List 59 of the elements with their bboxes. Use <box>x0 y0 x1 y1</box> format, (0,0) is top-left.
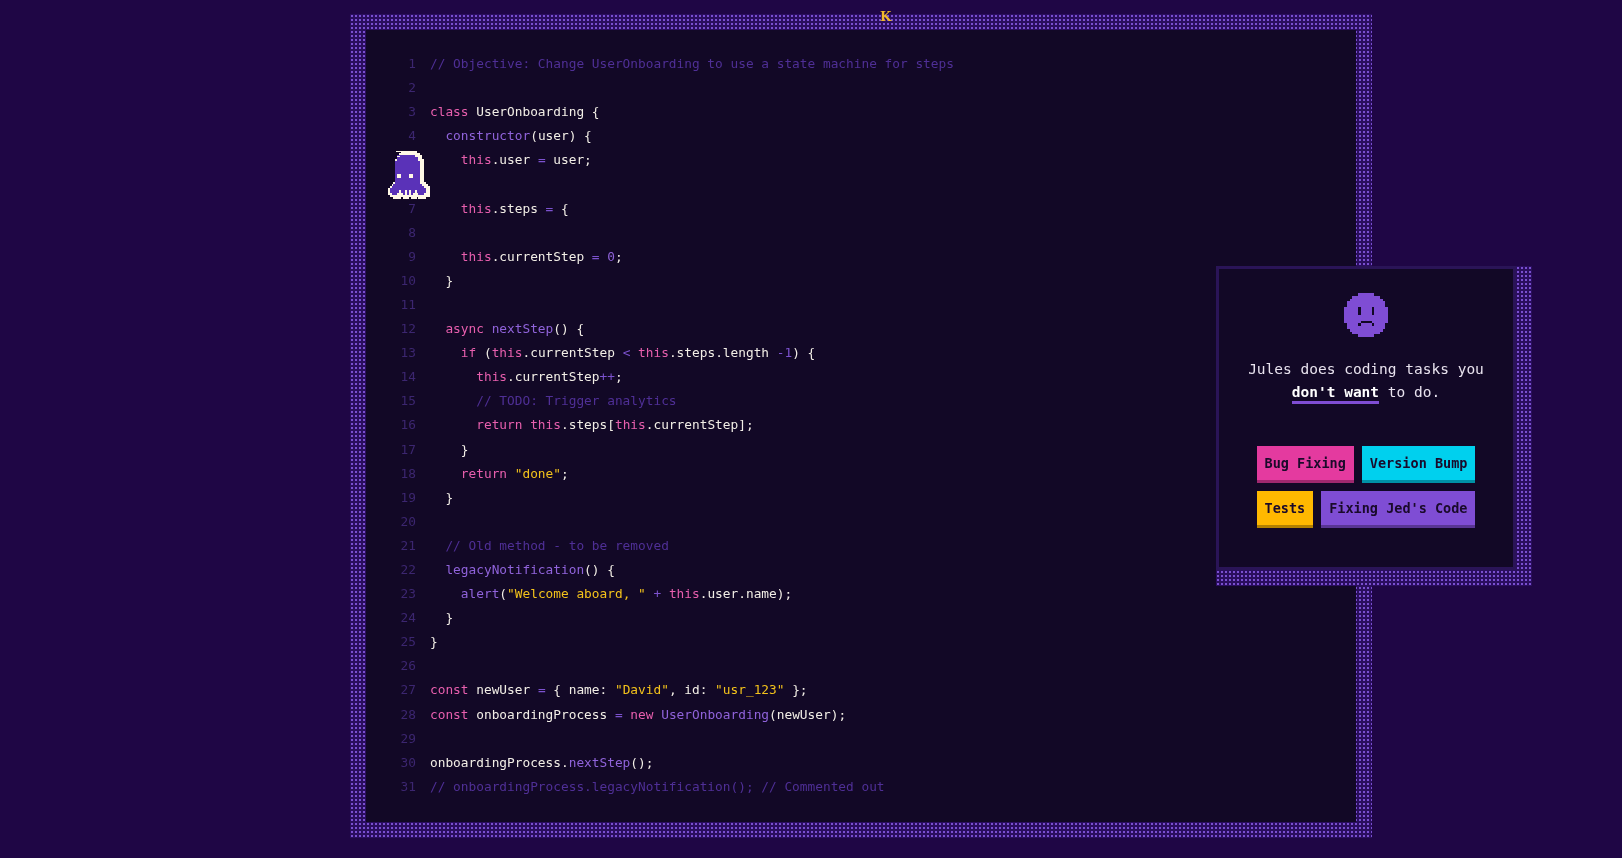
line-number: 9 <box>407 247 416 266</box>
code-line: } <box>444 488 454 507</box>
sad-face-icon <box>1344 293 1388 337</box>
task-tag[interactable]: Bug Fixing <box>1256 446 1354 483</box>
line-number: 20 <box>399 512 416 531</box>
code-line: // TODO: Trigger analytics <box>475 392 677 411</box>
line-number: 25 <box>399 633 416 652</box>
line-number: 8 <box>407 223 416 242</box>
line-number: 19 <box>399 488 416 507</box>
code-line: } <box>444 271 454 290</box>
line-number: 11 <box>399 295 416 314</box>
code-line: } <box>444 609 454 628</box>
line-number: 17 <box>399 440 416 459</box>
tagline-text: Jules does coding tasks you don't want to do. <box>1226 358 1506 404</box>
code-line: // Objective: Change UserOnboarding to use a state machine for steps <box>430 55 954 73</box>
code-line: this.currentStep++; <box>475 368 623 387</box>
code-line: alert("Welcome aboard, " + this.user.name); <box>459 585 793 604</box>
line-number: 26 <box>399 657 416 676</box>
line-number: 12 <box>399 320 416 339</box>
line-number: 18 <box>399 464 416 483</box>
code-line: this.currentStep = 0; <box>459 247 623 266</box>
code-line: constructor(user) { <box>444 127 592 146</box>
code-line: onboardingProcess.nextStep(); <box>430 753 654 772</box>
line-number: 27 <box>399 681 416 700</box>
code-line: this.user = user; <box>459 151 592 170</box>
line-number: 21 <box>399 536 416 555</box>
code-line: legacyNotification() { <box>444 560 615 579</box>
line-number: 15 <box>399 392 416 411</box>
line-number: 4 <box>407 127 416 146</box>
code-line: return this.steps[this.currentStep]; <box>475 416 754 435</box>
line-number: 10 <box>399 271 416 290</box>
line-number: 16 <box>399 416 416 435</box>
code-line: const newUser = { name: "David", id: "usr_123" }; <box>430 681 808 700</box>
task-tag[interactable]: Version Bump <box>1361 446 1476 483</box>
code-line: } <box>459 440 469 459</box>
code-line: // Old method - to be removed <box>444 536 669 555</box>
code-line: } <box>430 633 438 652</box>
line-number: 28 <box>399 705 416 724</box>
line-number: 3 <box>407 103 416 122</box>
code-line: this.steps = { <box>459 199 569 218</box>
line-number: 2 <box>407 79 416 98</box>
line-number: 30 <box>399 753 416 772</box>
line-number: 29 <box>399 729 416 748</box>
line-number: 24 <box>399 609 416 628</box>
line-number: 22 <box>399 560 416 579</box>
code-line: // onboardingProcess.legacyNotification(); // Commented out <box>430 777 885 796</box>
line-number: 13 <box>399 344 416 363</box>
line-number: 31 <box>399 777 416 796</box>
line-number: 1 <box>407 55 416 73</box>
task-tag[interactable]: Tests <box>1256 491 1314 528</box>
line-number: 23 <box>399 585 416 604</box>
code-line: class UserOnboarding { <box>430 103 600 122</box>
code-line: if (this.currentStep < this.steps.length -1) { <box>459 344 816 363</box>
line-number: 14 <box>399 368 416 387</box>
code-line: async nextStep() { <box>444 320 585 339</box>
code-line: return "done"; <box>459 464 569 483</box>
logo-letter: K <box>880 10 892 24</box>
line-number: 7 <box>407 199 416 218</box>
code-line: const onboardingProcess = new UserOnboarding(newUser); <box>430 705 847 724</box>
